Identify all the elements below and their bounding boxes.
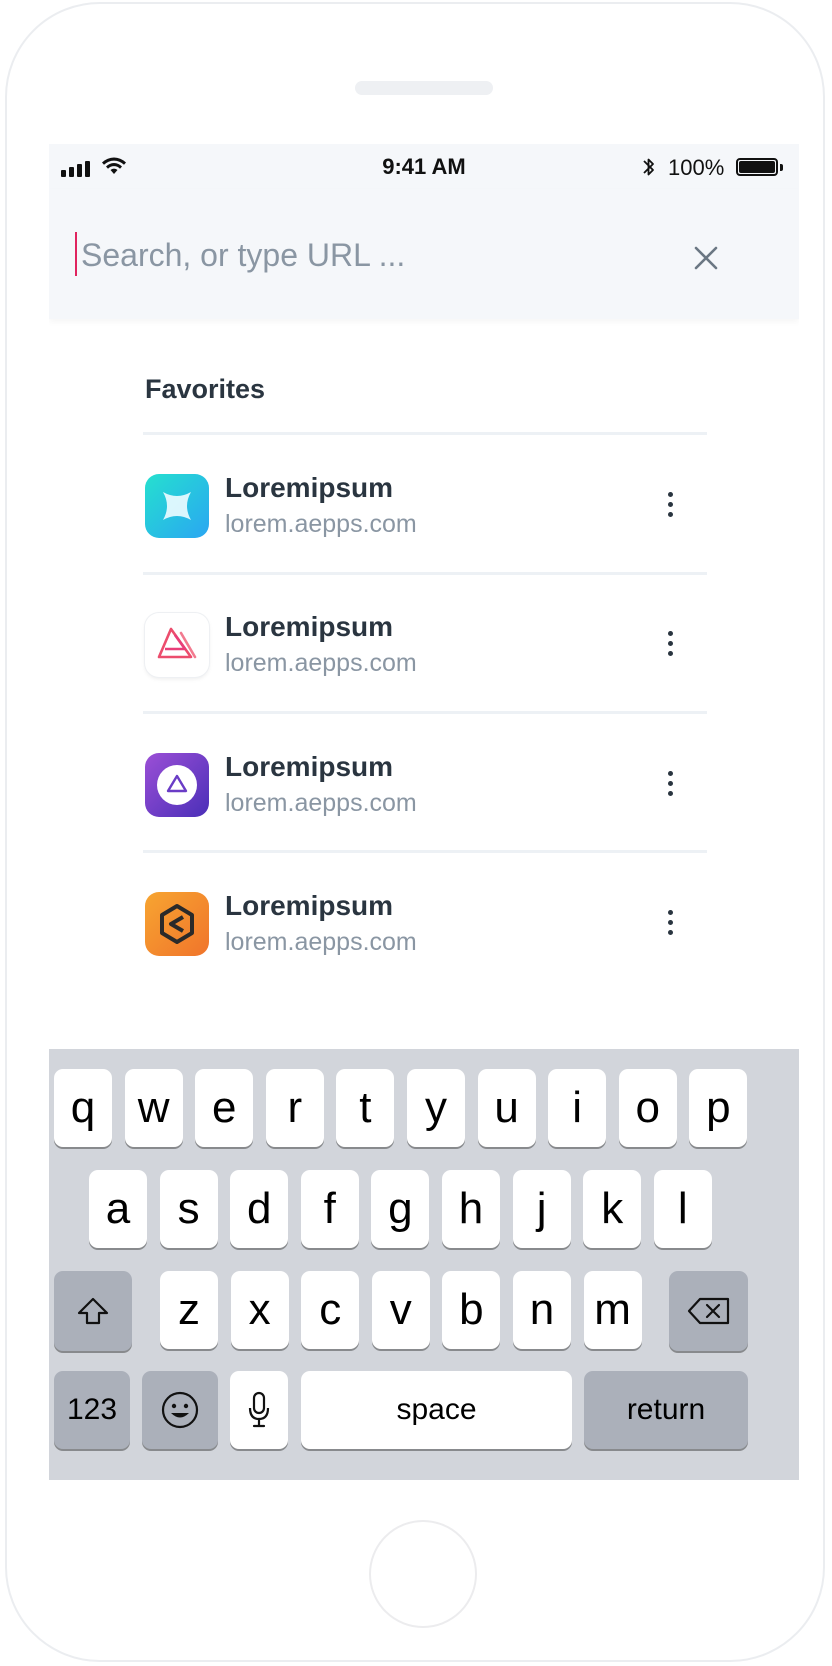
key-w[interactable]: w	[124, 1069, 183, 1147]
key-k[interactable]: k	[583, 1170, 642, 1248]
emoji-key[interactable]	[142, 1371, 218, 1449]
orange-hexagon-app-icon	[145, 892, 209, 956]
favorite-url: lorem.aepps.com	[225, 928, 417, 956]
more-options-button[interactable]	[655, 761, 685, 805]
dictation-key[interactable]	[230, 1371, 288, 1449]
battery-icon	[736, 158, 778, 176]
key-q[interactable]: q	[54, 1069, 112, 1147]
favorite-url: lorem.aepps.com	[225, 789, 417, 817]
shift-key[interactable]	[54, 1271, 132, 1351]
favorite-name: Loremipsum	[225, 890, 394, 921]
key-d[interactable]: d	[230, 1170, 289, 1248]
divider	[143, 572, 707, 575]
favorite-item[interactable]: Loremipsum lorem.aepps.com	[145, 464, 707, 564]
backspace-key[interactable]	[669, 1271, 748, 1351]
key-g[interactable]: g	[371, 1170, 430, 1248]
pink-triangle-app-icon	[145, 613, 209, 677]
bluetooth-icon	[643, 158, 654, 176]
key-z[interactable]: z	[160, 1271, 218, 1349]
favorites-heading: Favorites	[145, 374, 266, 404]
home-button[interactable]	[369, 1520, 477, 1628]
key-a[interactable]: a	[89, 1170, 147, 1248]
more-options-button[interactable]	[655, 621, 685, 665]
favorite-name: Loremipsum	[225, 611, 394, 642]
key-r[interactable]: r	[265, 1069, 324, 1147]
return-key[interactable]: return	[584, 1371, 748, 1449]
key-u[interactable]: u	[477, 1069, 536, 1147]
key-i[interactable]: i	[548, 1069, 607, 1147]
favorite-url: lorem.aepps.com	[225, 649, 417, 677]
favorite-name: Loremipsum	[225, 472, 394, 503]
key-e[interactable]: e	[195, 1069, 254, 1147]
clear-search-button[interactable]	[687, 239, 725, 277]
search-input[interactable]	[75, 233, 681, 277]
key-o[interactable]: o	[618, 1069, 677, 1147]
key-f[interactable]: f	[300, 1170, 359, 1248]
key-t[interactable]: t	[336, 1069, 395, 1147]
battery-tip	[780, 164, 783, 171]
key-j[interactable]: j	[512, 1170, 571, 1248]
status-bar: 9:41 AM 100%	[49, 144, 799, 189]
numbers-key[interactable]: 123	[54, 1371, 130, 1449]
more-options-button[interactable]	[655, 900, 685, 944]
key-v[interactable]: v	[371, 1271, 430, 1349]
divider	[143, 711, 707, 714]
microphone-icon	[248, 1391, 270, 1428]
speaker-grille	[355, 81, 493, 95]
key-n[interactable]: n	[513, 1271, 571, 1349]
favorite-item[interactable]: Loremipsum lorem.aepps.com	[145, 882, 707, 982]
favorite-item[interactable]: Loremipsum lorem.aepps.com	[145, 603, 707, 703]
key-s[interactable]: s	[159, 1170, 218, 1248]
blue-x-app-icon	[145, 474, 209, 538]
backspace-icon	[687, 1297, 729, 1325]
key-c[interactable]: c	[301, 1271, 360, 1349]
favorite-url: lorem.aepps.com	[225, 510, 417, 538]
purple-triangle-app-icon	[145, 753, 209, 817]
screen: 9:41 AM 100% Favorites	[49, 144, 799, 1480]
divider	[143, 432, 707, 435]
battery-percentage: 100%	[668, 155, 725, 180]
emoji-icon	[161, 1391, 199, 1429]
search-bar	[49, 189, 799, 319]
shift-icon	[77, 1297, 109, 1325]
close-icon	[694, 246, 718, 270]
keyboard: qwertyuiop asdfghjkl zxcvbnm 123 space r…	[49, 1049, 799, 1480]
favorite-name: Loremipsum	[225, 751, 394, 782]
more-options-button[interactable]	[655, 482, 685, 526]
key-l[interactable]: l	[653, 1170, 712, 1248]
key-h[interactable]: h	[442, 1170, 500, 1248]
key-b[interactable]: b	[442, 1271, 501, 1349]
key-x[interactable]: x	[230, 1271, 289, 1349]
phone-frame: 9:41 AM 100% Favorites	[5, 2, 825, 1662]
space-key[interactable]: space	[301, 1371, 572, 1449]
key-m[interactable]: m	[583, 1271, 642, 1349]
divider	[143, 850, 707, 853]
key-p[interactable]: p	[689, 1069, 748, 1147]
key-y[interactable]: y	[407, 1069, 465, 1147]
favorite-item[interactable]: Loremipsum lorem.aepps.com	[145, 743, 707, 843]
